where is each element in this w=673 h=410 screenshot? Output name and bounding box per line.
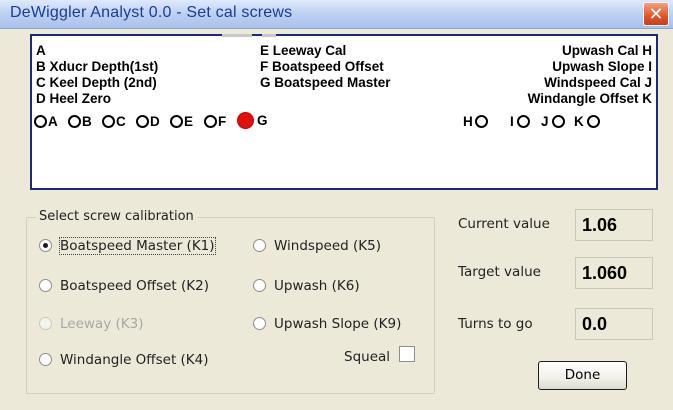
turns-to-go-value: 0.0 (582, 314, 608, 334)
radio-windangle-offset[interactable]: Windangle Offset (K4) (39, 349, 209, 368)
marker-b[interactable]: B (68, 111, 92, 129)
close-icon: ✕ (648, 4, 664, 25)
radio-button-icon (39, 317, 52, 330)
radio-leeway: Leeway (K3) (39, 313, 144, 332)
radio-button-icon[interactable] (39, 353, 52, 366)
diagram-label-a: A (36, 43, 46, 58)
diagram-label-i: Upwash Slope I (552, 59, 652, 74)
radio-label[interactable]: Boatspeed Master (K1) (59, 236, 216, 255)
radio-label[interactable]: Upwash Slope (K9) (274, 316, 401, 332)
diagram-label-j: Windspeed Cal J (544, 75, 652, 90)
diagram-top-edge-right (262, 34, 276, 37)
radio-label[interactable]: Windangle Offset (K4) (60, 352, 209, 368)
current-value-box: 1.06 (575, 209, 653, 241)
diagram-label-k: Windangle Offset K (527, 91, 652, 106)
diagram-label-d: D Heel Zero (36, 91, 112, 106)
radio-label[interactable]: Boatspeed Offset (K2) (60, 278, 209, 294)
marker-k-circle-icon (586, 115, 600, 128)
radio-label: Leeway (K3) (60, 315, 144, 332)
squeal-checkbox[interactable] (399, 346, 415, 362)
marker-f-letter: F (218, 114, 227, 129)
radio-label[interactable]: Upwash (K6) (274, 278, 360, 294)
marker-f-circle-icon (204, 115, 217, 128)
current-value: 1.06 (582, 215, 618, 235)
marker-b-circle-icon (68, 115, 81, 128)
radio-boatspeed-offset[interactable]: Boatspeed Offset (K2) (39, 275, 209, 294)
done-button[interactable]: Done (538, 361, 627, 390)
screw-diagram: A B Xducr Depth(1st) C Keel Depth (2nd) … (30, 34, 658, 190)
marker-i-circle-icon (516, 115, 530, 128)
diagram-top-edge-left (222, 34, 252, 37)
radio-windspeed[interactable]: Windspeed (K5) (253, 235, 381, 254)
marker-k[interactable]: K (573, 111, 600, 129)
marker-j-letter: J (541, 114, 549, 129)
marker-e-letter: E (184, 114, 194, 129)
window-title: DeWiggler Analyst 0.0 - Set cal screws (10, 4, 293, 21)
turns-to-go-label: Turns to go (458, 316, 533, 332)
marker-i[interactable]: I (509, 111, 530, 129)
marker-e[interactable]: E (170, 111, 193, 129)
marker-g-letter: G (257, 113, 268, 128)
diagram-label-e: E Leeway Cal (260, 43, 347, 58)
marker-c-circle-icon (102, 115, 115, 128)
marker-j[interactable]: J (540, 111, 565, 129)
marker-h[interactable]: H (462, 111, 488, 129)
current-value-label: Current value (458, 216, 550, 232)
marker-g[interactable]: G (238, 110, 268, 128)
marker-g-selected-circle-icon (238, 113, 253, 128)
title-bar[interactable]: DeWiggler Analyst 0.0 - Set cal screws ✕ (0, 0, 673, 29)
diagram-label-b: B Xducr Depth(1st) (36, 59, 159, 74)
marker-c[interactable]: C (102, 111, 126, 129)
radio-button-icon[interactable] (253, 239, 266, 252)
diagram-label-f: F Boatspeed Offset (260, 59, 384, 74)
turns-to-go-box: 0.0 (575, 308, 653, 340)
target-value-label: Target value (458, 264, 541, 280)
radio-label[interactable]: Windspeed (K5) (274, 238, 381, 254)
marker-h-circle-icon (474, 115, 488, 128)
radio-boatspeed-master[interactable]: Boatspeed Master (K1) (39, 235, 216, 255)
radio-button-icon[interactable] (39, 239, 52, 252)
marker-a[interactable]: A (34, 111, 58, 129)
marker-d-circle-icon (136, 115, 149, 128)
target-value: 1.060 (582, 263, 628, 283)
marker-d-letter: D (150, 114, 160, 129)
diagram-label-h: Upwash Cal H (561, 43, 652, 58)
radio-upwash-slope[interactable]: Upwash Slope (K9) (253, 313, 401, 332)
marker-a-letter: A (48, 114, 58, 129)
marker-a-circle-icon (34, 115, 47, 128)
radio-upwash[interactable]: Upwash (K6) (253, 275, 360, 294)
marker-h-letter: H (463, 114, 473, 129)
diagram-label-g: G Boatspeed Master (260, 75, 391, 90)
marker-c-letter: C (116, 114, 126, 129)
target-value-box: 1.060 (575, 257, 653, 289)
close-button[interactable]: ✕ (643, 2, 669, 26)
marker-e-circle-icon (170, 115, 183, 128)
marker-i-letter: I (510, 114, 514, 129)
marker-b-letter: B (82, 114, 92, 129)
radio-button-icon[interactable] (39, 279, 52, 292)
radio-button-icon[interactable] (253, 279, 266, 292)
marker-f[interactable]: F (204, 111, 226, 129)
marker-d[interactable]: D (136, 111, 160, 129)
marker-j-circle-icon (551, 115, 565, 128)
marker-k-letter: K (574, 114, 584, 129)
group-label: Select screw calibration (36, 209, 197, 224)
diagram-label-c: C Keel Depth (2nd) (36, 75, 157, 90)
dialog-window: DeWiggler Analyst 0.0 - Set cal screws ✕… (0, 0, 673, 410)
radio-button-icon[interactable] (253, 317, 266, 330)
squeal-label: Squeal (344, 349, 391, 365)
